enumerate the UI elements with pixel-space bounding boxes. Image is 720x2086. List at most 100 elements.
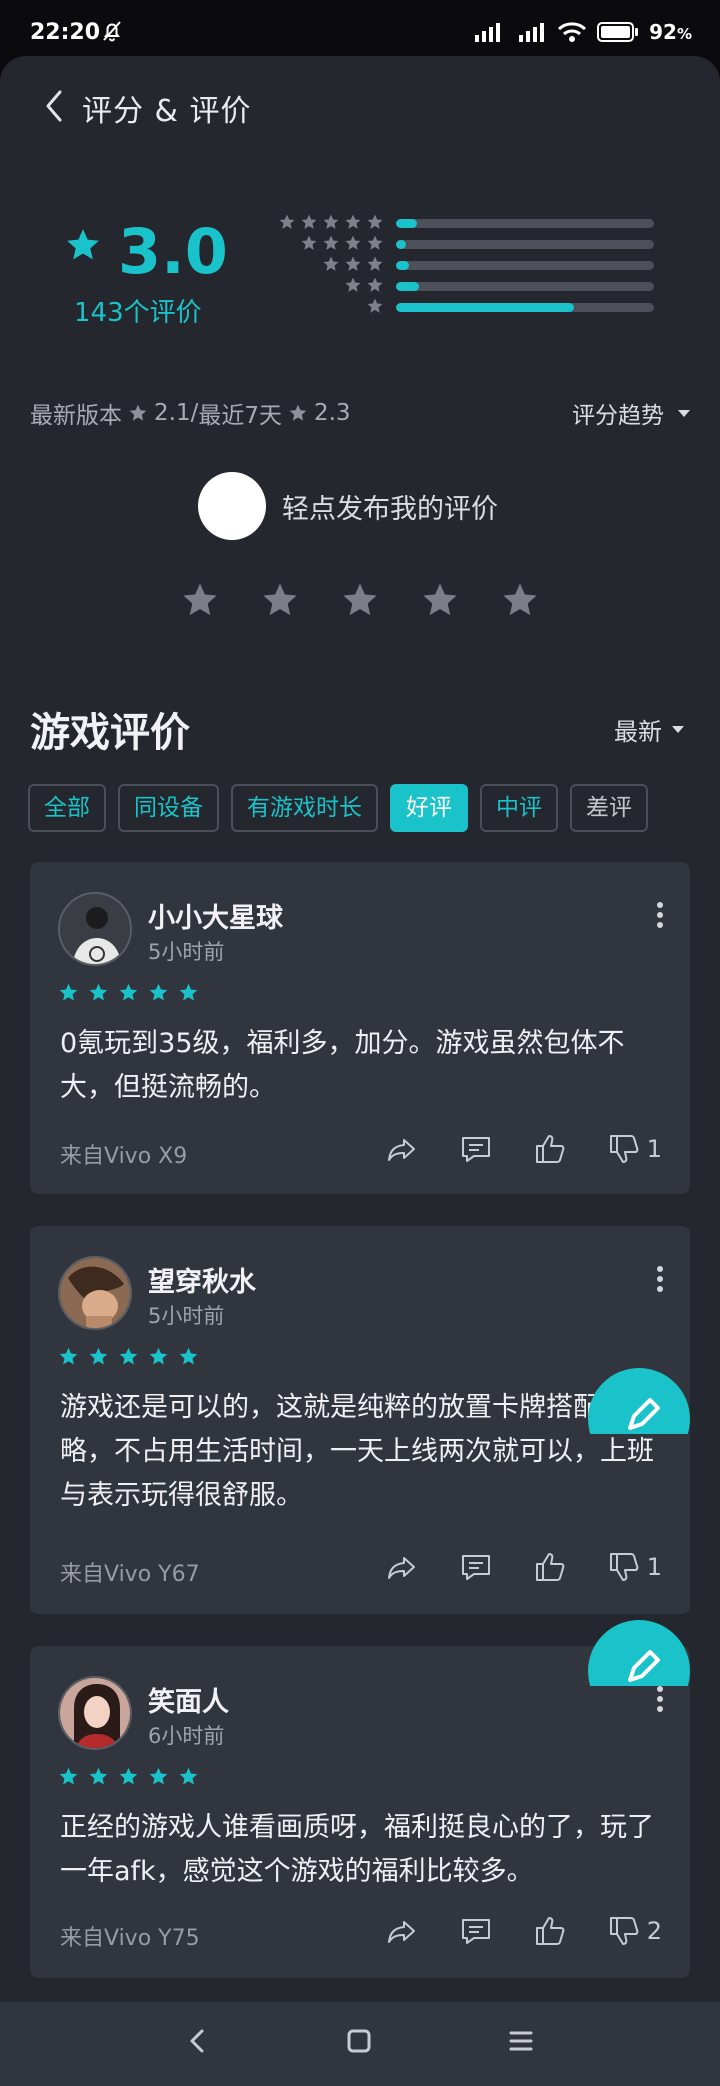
- filter-has-playtime[interactable]: 有游戏时长: [231, 784, 378, 832]
- rating-bar-fill: [396, 261, 409, 270]
- rating-bar-track: [396, 219, 654, 228]
- star-icon: [279, 214, 295, 229]
- rate-star-5-icon[interactable]: [500, 580, 540, 620]
- chevron-down-icon: [672, 726, 684, 733]
- star-icon: [149, 1347, 168, 1365]
- comment-icon[interactable]: [459, 1550, 493, 1584]
- reviewer-name[interactable]: 笑面人: [148, 1680, 229, 1719]
- star-icon: [345, 235, 361, 250]
- comment-icon[interactable]: [459, 1132, 493, 1166]
- star-icon: [367, 235, 383, 250]
- comment-icon[interactable]: [459, 1914, 493, 1948]
- thumbs-down-icon: [609, 1135, 639, 1163]
- share-icon[interactable]: [385, 1132, 419, 1166]
- sort-dropdown[interactable]: 最新: [614, 712, 684, 747]
- star-icon: [119, 983, 138, 1001]
- review-content[interactable]: 正经的游戏人谁看画质呀，福利挺良心的了，玩了一年afk，感觉这个游戏的福利比较多…: [60, 1806, 670, 1894]
- share-icon[interactable]: [385, 1914, 419, 1948]
- more-icon[interactable]: [656, 1686, 664, 1712]
- dislike-button[interactable]: 2: [607, 1914, 662, 1948]
- review-actions: 2: [385, 1914, 662, 1948]
- rate-star-1-icon[interactable]: [180, 580, 220, 620]
- review-content[interactable]: 0氪玩到35级，福利多，加分。游戏虽然包体不大，但挺流畅的。: [60, 1022, 670, 1110]
- avatar-image: [60, 1258, 130, 1328]
- sort-label: 最新: [614, 718, 662, 746]
- section-title: 游戏评价: [30, 710, 190, 756]
- review-stars: [58, 1346, 199, 1367]
- rating-bar-fill: [396, 219, 417, 228]
- rating-bar-fill: [396, 240, 407, 249]
- rate-star-4-icon[interactable]: [420, 580, 460, 620]
- wifi-icon: [558, 22, 587, 42]
- latest-version-label: 最新版本: [30, 403, 122, 429]
- edit-icon: [628, 1398, 660, 1430]
- meta-separator: /: [190, 400, 199, 426]
- star-icon: [345, 256, 361, 271]
- filter-negative[interactable]: 差评: [570, 784, 648, 832]
- rating-bar-3-star: [268, 256, 658, 273]
- dislike-button[interactable]: 1: [607, 1550, 662, 1584]
- status-icons: 92%: [473, 20, 692, 44]
- review-content[interactable]: 游戏还是可以的，这就是纯粹的放置卡牌搭配策略，不占用生活时间，一天上线两次就可以…: [60, 1386, 670, 1518]
- rating-trend-dropdown[interactable]: 评分趋势: [572, 396, 690, 430]
- dislike-count: 2: [646, 1917, 662, 1945]
- thumbs-up-icon[interactable]: [533, 1132, 567, 1166]
- avatar[interactable]: [58, 1676, 132, 1750]
- reviewer-name[interactable]: 小小大星球: [148, 896, 283, 935]
- more-icon[interactable]: [656, 1266, 664, 1292]
- star-icon: [67, 229, 99, 260]
- status-time: 22:20: [30, 20, 101, 45]
- review-card: 小小大星球 5小时前 0氪玩到35级，福利多，加分。游戏虽然包体不大，但挺流畅的…: [30, 862, 690, 1194]
- thumbs-up-icon[interactable]: [533, 1550, 567, 1584]
- share-icon[interactable]: [385, 1550, 419, 1584]
- rate-star-3-icon[interactable]: [340, 580, 380, 620]
- write-review-fab[interactable]: [588, 1620, 690, 1686]
- star-icon: [149, 1767, 168, 1785]
- rating-bar-1-star: [268, 298, 658, 315]
- system-nav-bar: [0, 2002, 720, 2086]
- star-icon: [367, 214, 383, 229]
- thumbs-down-icon: [609, 1553, 639, 1581]
- star-icon: [367, 277, 383, 292]
- review-actions: 1: [385, 1132, 662, 1166]
- filter-neutral[interactable]: 中评: [480, 784, 558, 832]
- star-icon: [59, 1767, 78, 1785]
- rating-bar-track: [396, 240, 654, 249]
- rating-count: 143个评价: [74, 298, 202, 328]
- review-time: 5小时前: [148, 940, 225, 964]
- rating-score: 3.0: [118, 215, 228, 288]
- reviewer-name[interactable]: 望穿秋水: [148, 1260, 256, 1299]
- review-stars: [58, 1766, 199, 1787]
- signal-icon: [475, 23, 501, 42]
- more-icon[interactable]: [656, 902, 664, 928]
- dislike-button[interactable]: 1: [607, 1132, 662, 1166]
- chevron-down-icon: [678, 409, 690, 417]
- nav-home-icon[interactable]: [344, 2026, 374, 2060]
- rate-star-2-icon[interactable]: [260, 580, 300, 620]
- rating-trend-label: 评分趋势: [572, 403, 664, 429]
- thumbs-down-icon: [609, 1917, 639, 1945]
- rating-bar-fill: [396, 303, 575, 312]
- thumbs-up-icon[interactable]: [533, 1914, 567, 1948]
- bell-off-icon: [103, 21, 121, 42]
- write-review-fab[interactable]: [588, 1368, 690, 1434]
- star-icon: [129, 404, 147, 421]
- rating-bar-track: [396, 282, 654, 291]
- review-device: 来自Vivo X9: [60, 1144, 188, 1169]
- write-review[interactable]: 轻点发布我的评价: [198, 472, 498, 540]
- review-time: 5小时前: [148, 1304, 225, 1328]
- avatar[interactable]: [58, 1256, 132, 1330]
- filter-positive[interactable]: 好评: [390, 784, 468, 832]
- nav-menu-icon[interactable]: [506, 2026, 536, 2060]
- latest-version-score: 2.1: [154, 400, 191, 426]
- nav-back-icon[interactable]: [186, 2026, 210, 2060]
- recent-label: 最近7天: [198, 403, 282, 429]
- star-icon: [323, 235, 339, 250]
- star-icon: [367, 256, 383, 271]
- review-card: 笑面人 6小时前 正经的游戏人谁看画质呀，福利挺良心的了，玩了一年afk，感觉这…: [30, 1646, 690, 1978]
- filter-same-device[interactable]: 同设备: [118, 784, 219, 832]
- filter-all[interactable]: 全部: [28, 784, 106, 832]
- avatar[interactable]: [58, 892, 132, 966]
- back-icon[interactable]: [40, 86, 68, 126]
- review-device: 来自Vivo Y67: [60, 1562, 200, 1587]
